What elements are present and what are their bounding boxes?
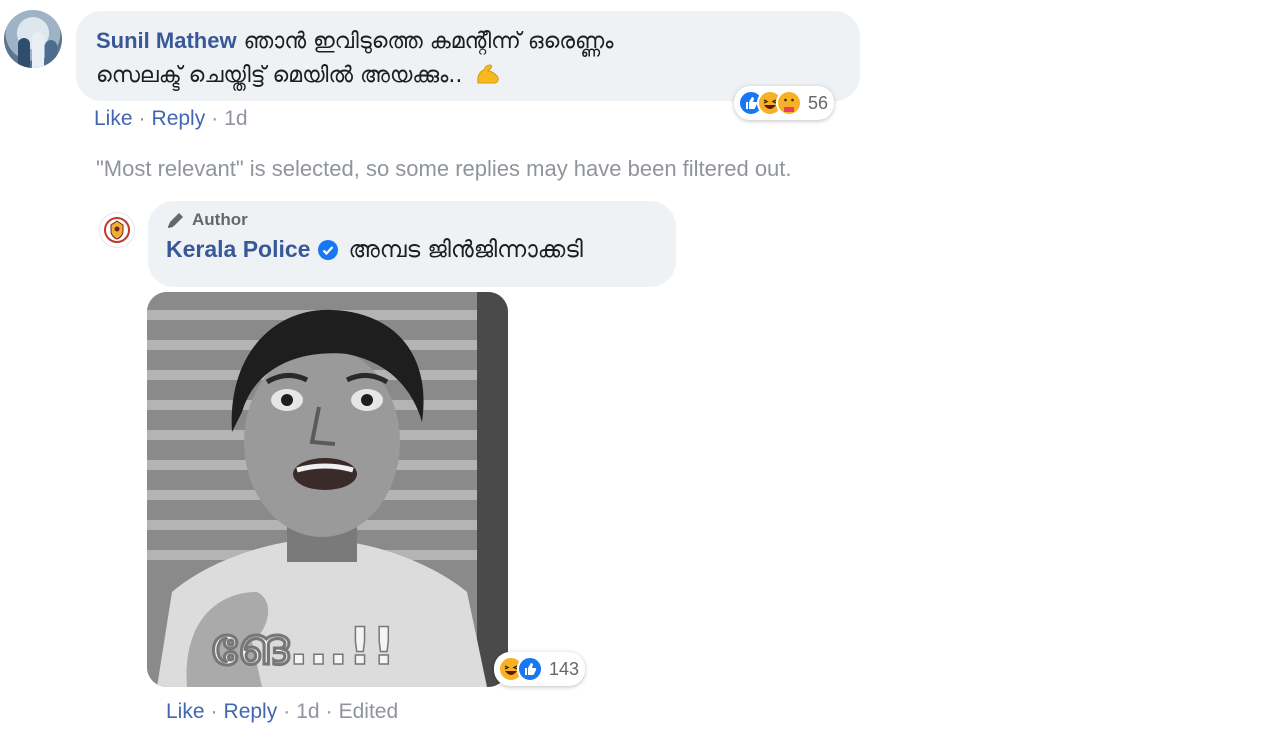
like-icon — [517, 656, 543, 682]
comment-text-line1: ഞാൻ ഇവിടുത്തെ കമന്റീന്ന് ഒരെണ്ണം — [243, 29, 614, 54]
meme-caption: ങേ...!! — [209, 617, 396, 677]
reply-meme-image[interactable]: ങേ...!! — [147, 292, 508, 687]
reply-actions: Like · Reply · 1d · Edited — [166, 700, 399, 723]
police-emblem-icon — [104, 217, 130, 243]
author-badge: Author — [166, 210, 658, 230]
reply-bubble: Author Kerala Police അമ്പട ജിൻജിന്നാക്കട… — [148, 201, 676, 287]
comment-like-link[interactable]: Like — [94, 107, 133, 130]
reply-reactions[interactable]: 143 — [494, 652, 586, 686]
filter-notice: "Most relevant" is selected, so some rep… — [96, 156, 792, 181]
comment-timestamp[interactable]: 1d — [224, 107, 247, 130]
reply-text: അമ്പട ജിൻജിന്നാക്കടി — [348, 236, 583, 263]
pen-icon — [167, 213, 183, 228]
reply-author-avatar[interactable] — [100, 213, 134, 247]
reply-edited-label[interactable]: Edited — [339, 700, 399, 723]
author-badge-label: Author — [192, 210, 248, 229]
flexed-biceps-icon — [477, 64, 499, 84]
reply-reaction-count: 143 — [549, 658, 580, 679]
verified-badge-icon — [318, 239, 339, 260]
care-icon — [776, 90, 802, 116]
comment-text-line2: സെലക്ട് ചെയ്തിട്ട് മെയിൽ അയക്കും.. — [96, 63, 463, 88]
comment-reaction-count: 56 — [808, 92, 829, 113]
reply-author-name[interactable]: Kerala Police — [166, 236, 310, 263]
comment-author-name[interactable]: Sunil Mathew — [96, 28, 237, 53]
comment-reactions[interactable]: 56 — [734, 86, 835, 120]
reply-timestamp[interactable]: 1d — [296, 700, 319, 723]
reply-like-link[interactable]: Like — [166, 700, 205, 723]
reply-reply-link[interactable]: Reply — [224, 700, 278, 723]
comment-actions: Like · Reply · 1d — [94, 107, 248, 130]
comment-reply-link[interactable]: Reply — [152, 107, 206, 130]
commenter-avatar[interactable] — [4, 10, 62, 68]
